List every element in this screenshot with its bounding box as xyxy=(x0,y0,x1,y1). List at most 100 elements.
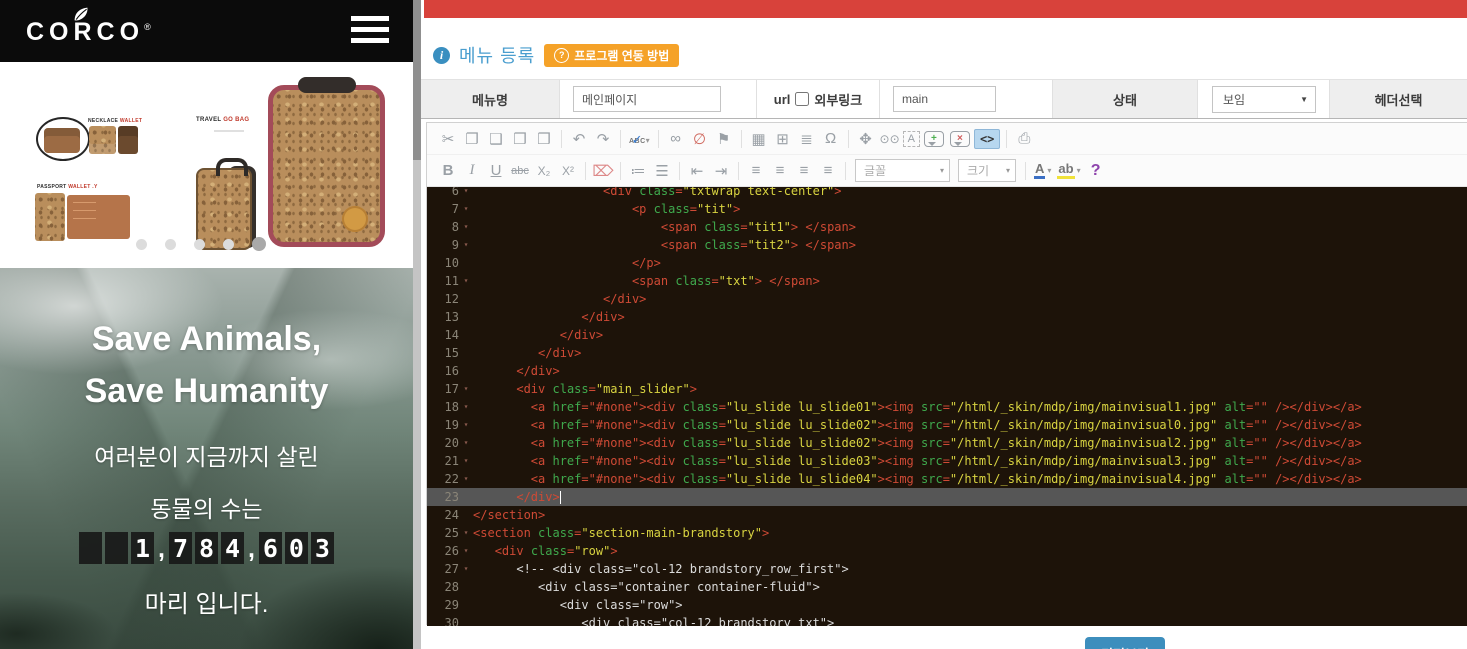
special-char-icon[interactable]: Ω xyxy=(820,128,842,150)
code-line-7[interactable]: 7▾ <p class="tit"> xyxy=(427,200,1467,218)
code-line-6[interactable]: 6▾ <div class="txtwrap text-center"> xyxy=(427,186,1467,200)
text-color-button[interactable]: A▾ xyxy=(1034,162,1051,179)
link-icon[interactable]: ∞ xyxy=(665,128,687,150)
fold-arrow-icon[interactable]: ▾ xyxy=(459,236,473,254)
size-dropdown[interactable]: 크기▾ xyxy=(958,159,1016,182)
hamburger-menu-icon[interactable] xyxy=(351,16,389,49)
align-justify-icon[interactable]: ≡ xyxy=(817,160,839,182)
outdent-icon[interactable]: ⇤ xyxy=(686,160,708,182)
code-line-9[interactable]: 9▾ <span class="tit2"> </span> xyxy=(427,236,1467,254)
source-code-area[interactable]: 6▾ <div class="txtwrap text-center">7▾ <… xyxy=(427,186,1467,626)
image-icon[interactable]: ▦ xyxy=(748,128,770,150)
paste-text-icon[interactable]: ❒ xyxy=(509,128,531,150)
code-line-12[interactable]: 12 </div> xyxy=(427,290,1467,308)
fold-arrow-icon[interactable]: ▾ xyxy=(459,186,473,200)
table-icon[interactable]: ⊞ xyxy=(772,128,794,150)
code-line-23[interactable]: 23 </div> xyxy=(427,488,1467,506)
subscript-icon[interactable]: X₂ xyxy=(533,160,555,182)
fold-arrow-icon[interactable]: ▾ xyxy=(459,542,473,560)
bold-icon[interactable]: B xyxy=(437,160,459,182)
bulleted-list-icon[interactable]: ☰ xyxy=(651,160,673,182)
find-icon[interactable]: ⊙⊙ xyxy=(879,128,901,150)
indent-icon[interactable]: ⇥ xyxy=(710,160,732,182)
print-icon[interactable]: ⎙ xyxy=(1013,128,1035,150)
paste-word-icon[interactable]: ❒ xyxy=(533,128,555,150)
numbered-list-icon[interactable]: ≔ xyxy=(627,160,649,182)
code-line-29[interactable]: 29 <div class="row"> xyxy=(427,596,1467,614)
about-icon[interactable]: ? xyxy=(1085,160,1107,182)
code-line-14[interactable]: 14 </div> xyxy=(427,326,1467,344)
external-link-checkbox[interactable] xyxy=(795,92,809,106)
maximize-icon[interactable]: ✥ xyxy=(855,128,877,150)
font-dropdown[interactable]: 글꼴▾ xyxy=(855,159,950,182)
redo-icon[interactable]: ↷ xyxy=(592,128,614,150)
fold-arrow-icon[interactable]: ▾ xyxy=(459,380,473,398)
carousel-dot-5[interactable] xyxy=(252,237,266,251)
align-center-icon[interactable]: ≡ xyxy=(769,160,791,182)
fold-arrow-icon[interactable]: ▾ xyxy=(459,452,473,470)
code-line-16[interactable]: 16 </div> xyxy=(427,362,1467,380)
fold-arrow-icon[interactable]: ▾ xyxy=(459,218,473,236)
tagline-placeholder xyxy=(214,130,244,132)
code-line-15[interactable]: 15 </div> xyxy=(427,344,1467,362)
status-select[interactable]: 보임 ▼ xyxy=(1212,86,1316,113)
program-link-help-button[interactable]: ? 프로그램 연동 방법 xyxy=(544,44,679,67)
code-line-10[interactable]: 10 </p> xyxy=(427,254,1467,272)
code-line-24[interactable]: 24</section> xyxy=(427,506,1467,524)
unlink-icon[interactable]: ∅ xyxy=(689,128,711,150)
carousel-dot-2[interactable] xyxy=(165,239,176,250)
italic-icon[interactable]: I xyxy=(461,160,483,182)
preview-scrollbar-thumb[interactable] xyxy=(413,0,421,160)
fold-arrow-icon[interactable]: ▾ xyxy=(459,470,473,488)
anchor-icon[interactable]: ⚑ xyxy=(713,128,735,150)
fold-arrow-icon[interactable]: ▾ xyxy=(459,524,473,542)
code-line-28[interactable]: 28 <div class="container container-fluid… xyxy=(427,578,1467,596)
fold-arrow-icon[interactable]: ▾ xyxy=(459,560,473,578)
fold-arrow-icon[interactable]: ▾ xyxy=(459,398,473,416)
paste-icon[interactable]: ❑ xyxy=(485,128,507,150)
horizontal-rule-icon[interactable]: ≣ xyxy=(796,128,818,150)
code-line-26[interactable]: 26▾ <div class="row"> xyxy=(427,542,1467,560)
line-number: 9 xyxy=(427,236,459,254)
code-line-25[interactable]: 25▾<section class="section-main-brandsto… xyxy=(427,524,1467,542)
fold-arrow-icon[interactable]: ▾ xyxy=(459,272,473,290)
code-line-17[interactable]: 17▾ <div class="main_slider"> xyxy=(427,380,1467,398)
align-left-icon[interactable]: ≡ xyxy=(745,160,767,182)
code-line-20[interactable]: 20▾ <a href="#none"><div class="lu_slide… xyxy=(427,434,1467,452)
carousel-dot-4[interactable] xyxy=(223,239,234,250)
fold-arrow-icon[interactable]: ▾ xyxy=(459,200,473,218)
code-line-27[interactable]: 27▾ <!-- <div class="col-12 brandstory_r… xyxy=(427,560,1467,578)
remove-format-icon[interactable]: ⌦ xyxy=(592,160,614,182)
fold-spacer xyxy=(459,614,473,626)
code-line-11[interactable]: 11▾ <span class="txt"> </span> xyxy=(427,272,1467,290)
copy-icon[interactable]: ❐ xyxy=(461,128,483,150)
cut-icon[interactable]: ✂ xyxy=(437,128,459,150)
fold-arrow-icon[interactable]: ▾ xyxy=(459,434,473,452)
code-line-21[interactable]: 21▾ <a href="#none"><div class="lu_slide… xyxy=(427,452,1467,470)
carousel-dot-1[interactable] xyxy=(136,239,147,250)
bg-color-button[interactable]: ab▾ xyxy=(1057,162,1080,179)
brand-logo[interactable]: CORCO® xyxy=(26,6,136,45)
code-line-13[interactable]: 13 </div> xyxy=(427,308,1467,326)
align-right-icon[interactable]: ≡ xyxy=(793,160,815,182)
undo-icon[interactable]: ↶ xyxy=(568,128,590,150)
select-all-icon[interactable]: A xyxy=(903,131,920,147)
code-line-19[interactable]: 19▾ <a href="#none"><div class="lu_slide… xyxy=(427,416,1467,434)
url-input[interactable] xyxy=(893,86,996,112)
code-line-18[interactable]: 18▾ <a href="#none"><div class="lu_slide… xyxy=(427,398,1467,416)
spellcheck-icon[interactable]: ABC✓▾ xyxy=(629,132,650,145)
preview-scrollbar-track[interactable] xyxy=(413,0,421,649)
code-line-22[interactable]: 22▾ <a href="#none"><div class="lu_slide… xyxy=(427,470,1467,488)
underline-icon[interactable]: U xyxy=(485,160,507,182)
menu-name-input[interactable] xyxy=(573,86,721,112)
code-line-8[interactable]: 8▾ <span class="tit1"> </span> xyxy=(427,218,1467,236)
add-block-icon[interactable]: + xyxy=(924,131,944,147)
source-button[interactable]: <> xyxy=(974,129,1000,149)
code-line-30[interactable]: 30 <div class="col-12 brandstory_txt"> xyxy=(427,614,1467,626)
remove-block-icon[interactable]: × xyxy=(950,131,970,147)
superscript-icon[interactable]: X² xyxy=(557,160,579,182)
fold-arrow-icon[interactable]: ▾ xyxy=(459,416,473,434)
preview-button[interactable]: 미리보기 xyxy=(1085,637,1165,649)
strikethrough-icon[interactable]: abc xyxy=(509,160,531,182)
carousel-dot-3[interactable] xyxy=(194,239,205,250)
